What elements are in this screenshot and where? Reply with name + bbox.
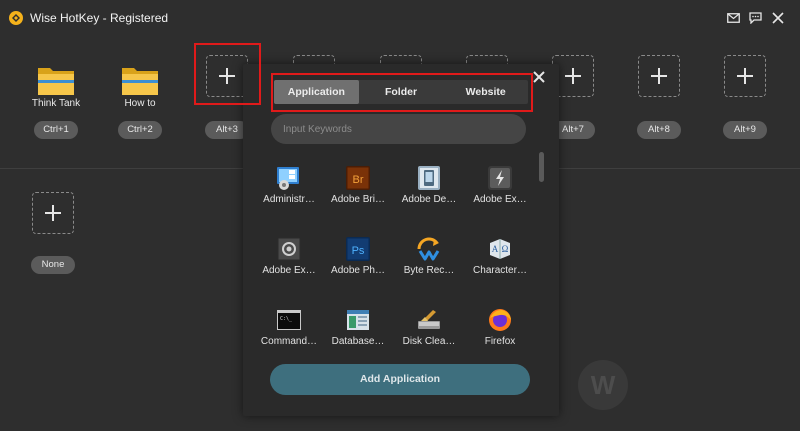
type-tabs: Application Folder Website bbox=[274, 80, 528, 104]
hotkey-badge[interactable]: Ctrl+2 bbox=[118, 121, 162, 139]
hotkey-badge[interactable]: Alt+9 bbox=[723, 121, 767, 139]
add-slot-button[interactable] bbox=[724, 55, 766, 97]
plus-icon bbox=[219, 68, 235, 84]
app-label: Adobe Bri… bbox=[331, 194, 385, 205]
add-slot-button[interactable] bbox=[32, 192, 74, 234]
folder-icon bbox=[38, 68, 74, 95]
app-item-adobe-extension[interactable]: Adobe Ex… bbox=[465, 164, 535, 220]
app-label: Adobe Ph… bbox=[331, 265, 385, 276]
app-label: Firefox bbox=[484, 336, 516, 347]
plus-icon bbox=[45, 205, 61, 221]
hotkey-slot-alt9[interactable]: Alt+9 bbox=[707, 55, 783, 165]
hotkey-badge[interactable]: None bbox=[31, 256, 75, 274]
app-item-adobe-bridge[interactable]: Br Adobe Bri… bbox=[323, 164, 393, 220]
scrollbar-thumb[interactable] bbox=[539, 152, 544, 182]
app-item-database[interactable]: Database… bbox=[323, 306, 393, 362]
folder-icon bbox=[122, 68, 158, 95]
chat-icon[interactable] bbox=[747, 10, 763, 26]
database-icon bbox=[347, 310, 369, 330]
disk-cleanup-icon bbox=[418, 310, 440, 329]
plus-icon bbox=[737, 68, 753, 84]
app-item-disk-cleanup[interactable]: Disk Clea… bbox=[394, 306, 464, 362]
add-slot-button[interactable] bbox=[206, 55, 248, 97]
add-slot-button[interactable] bbox=[638, 55, 680, 97]
tab-application[interactable]: Application bbox=[274, 80, 359, 104]
plus-icon bbox=[565, 68, 581, 84]
app-label: Byte Rec… bbox=[403, 265, 455, 276]
tab-folder[interactable]: Folder bbox=[359, 80, 444, 104]
slot-name: Think Tank bbox=[31, 98, 81, 109]
app-label: Database… bbox=[331, 336, 385, 347]
adobe-device-central-icon bbox=[418, 166, 440, 190]
mail-icon[interactable] bbox=[725, 10, 741, 26]
app-item-firefox[interactable]: Firefox bbox=[465, 306, 535, 362]
search-input[interactable] bbox=[271, 114, 526, 144]
popup-close-icon[interactable] bbox=[531, 69, 547, 85]
title-bar: Wise HotKey - Registered bbox=[0, 0, 800, 36]
svg-text:Ω: Ω bbox=[502, 244, 509, 254]
app-item-adobe-extendscript[interactable]: Adobe Ex… bbox=[254, 235, 324, 291]
app-label: Adobe Ex… bbox=[262, 265, 316, 276]
app-title: Wise HotKey - Registered bbox=[30, 11, 169, 25]
app-label: Adobe De… bbox=[401, 194, 457, 205]
app-label: Administr… bbox=[263, 194, 315, 205]
app-item-byte-recovery[interactable]: Byte Rec… bbox=[394, 235, 464, 291]
app-item-command-prompt[interactable]: C:\_ Command… bbox=[254, 306, 324, 362]
app-label: Disk Clea… bbox=[402, 336, 456, 347]
app-item-administrative-tools[interactable]: Administr… bbox=[254, 164, 324, 220]
hotkey-slot-how-to[interactable]: How to Ctrl+2 bbox=[102, 55, 178, 165]
tab-website[interactable]: Website bbox=[443, 80, 528, 104]
hotkey-badge[interactable]: Ctrl+1 bbox=[34, 121, 78, 139]
plus-icon bbox=[651, 68, 667, 84]
app-item-character-map[interactable]: A Ω Character… bbox=[465, 235, 535, 291]
close-icon[interactable] bbox=[770, 10, 786, 26]
app-label: Character… bbox=[473, 265, 527, 276]
app-item-adobe-photoshop[interactable]: Ps Adobe Ph… bbox=[323, 235, 393, 291]
hotkey-slot-think-tank[interactable]: Think Tank Ctrl+1 bbox=[18, 55, 94, 165]
adobe-photoshop-icon: Ps bbox=[346, 237, 370, 261]
app-item-adobe-device-central[interactable]: Adobe De… bbox=[394, 164, 464, 220]
command-prompt-icon: C:\_ bbox=[277, 310, 301, 330]
add-application-button[interactable]: Add Application bbox=[270, 364, 530, 395]
firefox-icon bbox=[489, 309, 511, 331]
app-label: Adobe Ex… bbox=[473, 194, 527, 205]
administrative-tools-icon bbox=[277, 167, 299, 190]
adobe-bridge-icon: Br bbox=[346, 166, 370, 190]
svg-text:Ps: Ps bbox=[352, 245, 365, 257]
adobe-extendscript-icon bbox=[277, 237, 301, 261]
byte-recovery-icon bbox=[417, 237, 440, 261]
hotkey-slot-alt8[interactable]: Alt+8 bbox=[621, 55, 697, 165]
app-label: Command… bbox=[260, 336, 318, 347]
svg-text:Br: Br bbox=[353, 174, 364, 186]
hotkey-badge[interactable]: Alt+8 bbox=[637, 121, 681, 139]
svg-text:A: A bbox=[492, 244, 499, 254]
character-map-icon: A Ω bbox=[490, 239, 510, 259]
svg-text:C:\_: C:\_ bbox=[280, 316, 293, 322]
adobe-extension-icon bbox=[488, 166, 512, 190]
slot-name: How to bbox=[124, 98, 156, 109]
wise-hotkey-logo-icon bbox=[9, 11, 23, 25]
hotkey-slot-none[interactable]: None bbox=[15, 192, 91, 302]
watermark-logo: W bbox=[578, 360, 628, 410]
